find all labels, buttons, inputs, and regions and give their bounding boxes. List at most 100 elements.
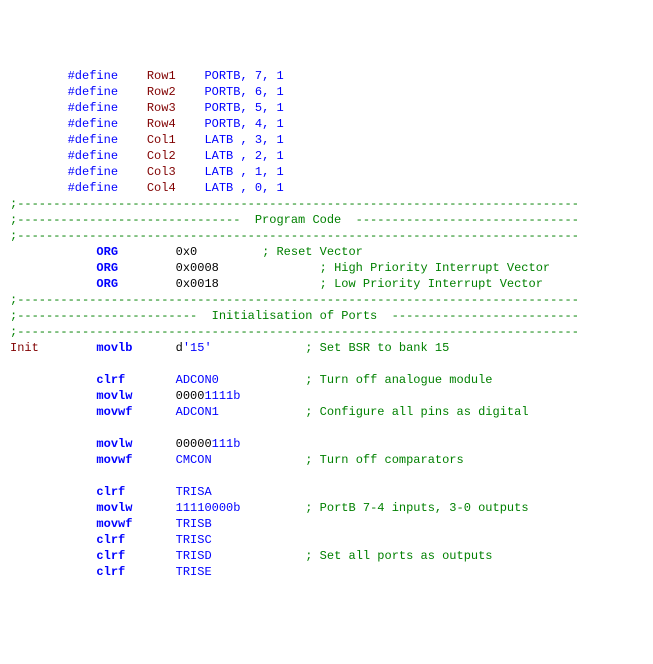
operand-register: CMCON <box>176 453 212 467</box>
define-register: PORTB <box>204 85 240 99</box>
instr-line: movwf TRISB <box>10 516 653 532</box>
mnemonic: movlb <box>96 341 154 355</box>
define-register: PORTB <box>204 101 240 115</box>
operand-register: TRISD <box>176 549 212 563</box>
mnemonic: movlw <box>96 437 154 451</box>
define-line: #define Col4 LATB , 0, 1 <box>10 180 653 196</box>
separator: ;---------------------------------------… <box>10 197 579 211</box>
define-name: Col3 <box>147 165 205 179</box>
operand-literal-zeros: 00000 <box>176 437 212 451</box>
operand-literal: 111b <box>212 437 241 451</box>
mnemonic: clrf <box>96 565 154 579</box>
operand-literal: 1111b <box>204 389 240 403</box>
instr-line: clrf TRISD ; Set all ports as outputs <box>10 548 653 564</box>
define-register: LATB <box>204 165 240 179</box>
define-line: #define Row1 PORTB, 7, 1 <box>10 68 653 84</box>
define-bits: , 7, 1 <box>240 69 283 83</box>
define-name: Row4 <box>147 117 205 131</box>
instr-comment: ; Configure all pins as digital <box>305 405 528 419</box>
define-register: LATB <box>204 149 240 163</box>
mnemonic: clrf <box>96 373 154 387</box>
define-register: LATB <box>204 133 240 147</box>
instr-line: clrf TRISA <box>10 484 653 500</box>
blank-line <box>10 420 653 436</box>
operand-literal: '15' <box>183 341 212 355</box>
separator-line: ;---------------------------------------… <box>10 292 653 308</box>
directive-define: #define <box>68 133 118 147</box>
define-name: Col1 <box>147 133 205 147</box>
separator: ;---------------------------------------… <box>10 293 579 307</box>
mnemonic: movlw <box>96 501 154 515</box>
instr-comment: ; Set BSR to bank 15 <box>305 341 449 355</box>
separator-line: ;---------------------------------------… <box>10 324 653 340</box>
mnemonic: movlw <box>96 389 154 403</box>
operand-literal-prefix: d <box>176 341 183 355</box>
operand-register: ADCON0 <box>176 373 219 387</box>
blank-line <box>10 468 653 484</box>
instr-line: movwf ADCON1 ; Configure all pins as dig… <box>10 404 653 420</box>
blank-line <box>10 356 653 372</box>
instr-comment: ; Turn off analogue module <box>305 373 492 387</box>
org-comment: ; High Priority Interrupt Vector <box>320 261 550 275</box>
instr-line: movlw 11110000b ; PortB 7-4 inputs, 3-0 … <box>10 500 653 516</box>
define-name: Col4 <box>147 181 205 195</box>
define-bits: , 2, 1 <box>240 149 283 163</box>
define-line: #define Col3 LATB , 1, 1 <box>10 164 653 180</box>
operand-register: TRISB <box>176 517 212 531</box>
define-name: Row2 <box>147 85 205 99</box>
directive-define: #define <box>68 165 118 179</box>
instr-comment: ; Set all ports as outputs <box>305 549 492 563</box>
instr-line: clrf TRISC <box>10 532 653 548</box>
instr-line: clrf ADCON0 ; Turn off analogue module <box>10 372 653 388</box>
label-init: Init <box>10 341 96 355</box>
org-comment: ; Low Priority Interrupt Vector <box>320 277 543 291</box>
define-name: Col2 <box>147 149 205 163</box>
mnemonic: movwf <box>96 517 154 531</box>
define-line: #define Row4 PORTB, 4, 1 <box>10 116 653 132</box>
org-directive: ORG <box>96 277 118 291</box>
org-comment: ; Reset Vector <box>262 245 363 259</box>
operand-register: TRISC <box>176 533 212 547</box>
separator-line: ;------------------------------- Program… <box>10 212 653 228</box>
define-bits: , 5, 1 <box>240 101 283 115</box>
separator: ;---------------------------------------… <box>10 325 579 339</box>
separator: ;---------------------------------------… <box>10 229 579 243</box>
define-line: #define Row3 PORTB, 5, 1 <box>10 100 653 116</box>
separator-line: ;---------------------------------------… <box>10 196 653 212</box>
code-listing: #define Row1 PORTB, 7, 1 #define Row2 PO… <box>10 68 653 580</box>
instr-line: movwf CMCON ; Turn off comparators <box>10 452 653 468</box>
operand-register: 11110000b <box>176 501 241 515</box>
org-line: ORG 0x0008 ; High Priority Interrupt Vec… <box>10 260 653 276</box>
instr-comment: ; Turn off comparators <box>305 453 463 467</box>
org-directive: ORG <box>96 245 118 259</box>
instr-line: Init movlb d'15' ; Set BSR to bank 15 <box>10 340 653 356</box>
mnemonic: movwf <box>96 405 154 419</box>
define-name: Row3 <box>147 101 205 115</box>
separator-line: ;------------------------- Initialisatio… <box>10 308 653 324</box>
instr-line: clrf TRISE <box>10 564 653 580</box>
define-register: PORTB <box>204 69 240 83</box>
mnemonic: clrf <box>96 485 154 499</box>
org-address: 0x0018 <box>176 277 298 291</box>
define-line: #define Col1 LATB , 3, 1 <box>10 132 653 148</box>
org-directive: ORG <box>96 261 118 275</box>
mnemonic: clrf <box>96 533 154 547</box>
define-name: Row1 <box>147 69 205 83</box>
operand-register: TRISE <box>176 565 212 579</box>
operand-register: ADCON1 <box>176 405 219 419</box>
org-address: 0x0008 <box>176 261 298 275</box>
instr-line: movlw 00000111b <box>10 436 653 452</box>
section-header-init: ;------------------------- Initialisatio… <box>10 309 579 323</box>
define-bits: , 3, 1 <box>240 133 283 147</box>
operand-literal-zeros: 0000 <box>176 389 205 403</box>
define-bits: , 4, 1 <box>240 117 283 131</box>
define-register: PORTB <box>204 117 240 131</box>
mnemonic: clrf <box>96 549 154 563</box>
operand-register: TRISA <box>176 485 212 499</box>
separator-line: ;---------------------------------------… <box>10 228 653 244</box>
mnemonic: movwf <box>96 453 154 467</box>
directive-define: #define <box>68 117 118 131</box>
directive-define: #define <box>68 181 118 195</box>
define-register: LATB <box>204 181 240 195</box>
org-address: 0x0 <box>176 245 241 259</box>
